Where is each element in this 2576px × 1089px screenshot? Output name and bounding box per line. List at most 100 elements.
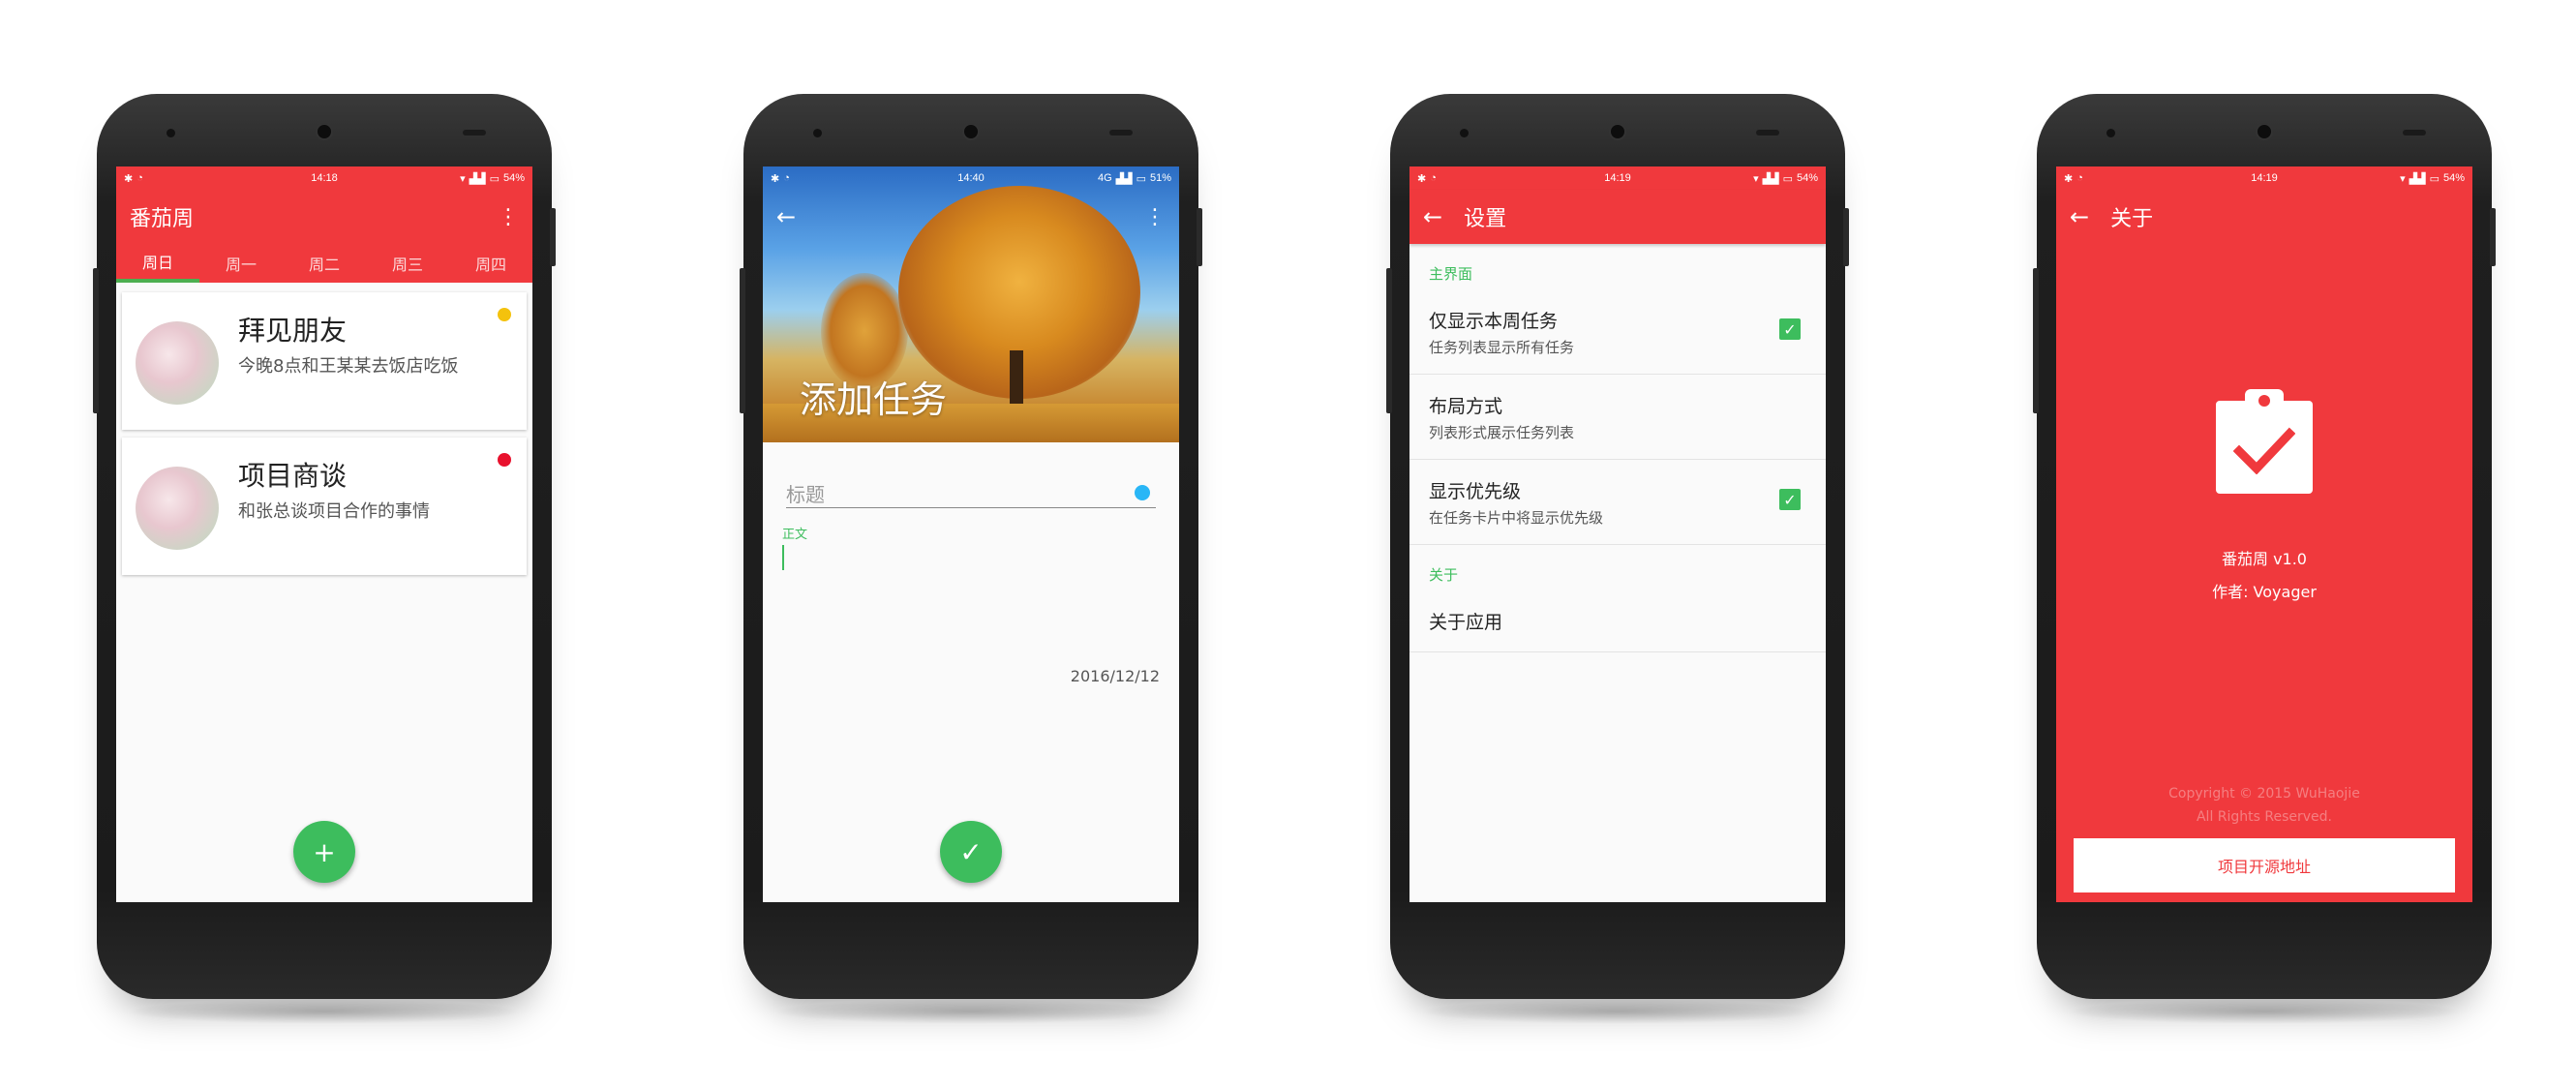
section-header-about: 关于: [1429, 566, 1459, 584]
battery-icon: ▭: [1782, 172, 1793, 185]
priority-selector[interactable]: [1135, 485, 1150, 500]
phone-about: ✱ ◔ 14:19 ▾ ▟▟ ▭ 54% ← 关于 番茄周 v1.0 作者: Voyag…: [2033, 94, 2496, 1024]
tab-sunday[interactable]: 周日: [116, 244, 199, 283]
screen-add-task: ✱ ◔ 14:40 4G ▟▟ ▭ 51% ← ⋮ 添加任务 标题 正文 2016/12…: [763, 166, 1179, 902]
title-input[interactable]: 标题: [786, 479, 1156, 508]
clipboard-check-icon: [2216, 389, 2313, 494]
pref-subtitle: 任务列表显示所有任务: [1429, 339, 1575, 356]
priority-dot: [498, 308, 511, 321]
alarm-icon: ◔: [1430, 171, 1437, 184]
wifi-icon: ▾: [2400, 172, 2406, 185]
earpiece: [316, 123, 333, 140]
app-version: 番茄周 v1.0: [2221, 550, 2307, 568]
signal-icon: ▟▟: [1762, 172, 1779, 185]
tab-thursday[interactable]: 周四: [449, 244, 532, 283]
bluetooth-icon: ✱: [2064, 172, 2074, 185]
day-tabs: 周日 周一 周二 周三 周四: [116, 244, 532, 283]
front-camera: [167, 129, 175, 137]
check-icon: ✓: [959, 835, 983, 868]
status-time: 14:19: [2251, 172, 2278, 184]
checkbox-checked-icon[interactable]: ✓: [1779, 318, 1801, 340]
screen-settings: ✱ ◔ 14:19 ▾ ▟▟ ▭ 54% ← 设置 主界面 仅显示本周任务 任务列表显示…: [1409, 166, 1826, 902]
task-title: 拜见朋友: [238, 315, 348, 347]
signal-icon: ▟▟: [469, 172, 486, 185]
status-time: 14:40: [957, 172, 985, 184]
battery-level: 54%: [1796, 171, 1818, 184]
task-card[interactable]: 拜见朋友 今晚8点和王某某去饭店吃饭: [122, 292, 527, 430]
copyright: Copyright © 2015 WuHaojie All Rights Res…: [2056, 782, 2472, 829]
task-date[interactable]: 2016/12/12: [1071, 667, 1160, 685]
overflow-menu-icon[interactable]: ⋮: [1144, 205, 1166, 229]
screen-task-list: ✱ ◔ 14:18 ▾ ▟▟ ▭ 54% 番茄周 ⋮ 周日 周一 周二 周三 周四: [116, 166, 532, 902]
status-time: 14:19: [1604, 172, 1631, 184]
network-type: 4G: [1097, 171, 1112, 184]
body-label: 正文: [782, 528, 808, 542]
pref-title: 关于应用: [1429, 612, 1503, 633]
battery-icon: ▭: [489, 172, 500, 185]
pref-show-week-only[interactable]: 仅显示本周任务 任务列表显示所有任务 ✓: [1409, 289, 1826, 375]
back-arrow-icon[interactable]: ←: [2070, 203, 2089, 230]
plus-icon: +: [313, 835, 336, 868]
pref-subtitle: 列表形式展示任务列表: [1429, 424, 1575, 441]
tab-wednesday[interactable]: 周三: [366, 244, 449, 283]
page-title: 关于: [2110, 207, 2154, 231]
task-avatar: [136, 467, 219, 550]
page-title: 添加任务: [800, 378, 948, 421]
back-arrow-icon[interactable]: ←: [776, 203, 796, 230]
status-time: 14:18: [311, 172, 338, 184]
status-bar: ✱ ◔ 14:18 ▾ ▟▟ ▭ 54%: [116, 166, 532, 190]
add-task-button[interactable]: +: [293, 821, 355, 883]
battery-icon: ▭: [2429, 172, 2440, 185]
checkbox-checked-icon[interactable]: ✓: [1779, 489, 1801, 510]
wifi-icon: ▾: [1753, 172, 1759, 185]
bluetooth-icon: ✱: [771, 172, 780, 185]
pref-about-app[interactable]: 关于应用: [1409, 590, 1826, 652]
task-card[interactable]: 项目商谈 和张总谈项目合作的事情: [122, 438, 527, 575]
status-bar: ✱ ◔ 14:19 ▾ ▟▟ ▭ 54%: [1409, 166, 1826, 190]
pref-show-priority[interactable]: 显示优先级 在任务卡片中将显示优先级 ✓: [1409, 460, 1826, 545]
copyright-line: All Rights Reserved.: [2196, 809, 2333, 825]
priority-dot: [498, 453, 511, 467]
section-header-main: 主界面: [1429, 265, 1473, 283]
stage: ✱ ◔ 14:18 ▾ ▟▟ ▭ 54% 番茄周 ⋮ 周日 周一 周二 周三 周四: [0, 0, 2576, 1089]
tab-tuesday[interactable]: 周二: [283, 244, 366, 283]
phone-main: ✱ ◔ 14:18 ▾ ▟▟ ▭ 54% 番茄周 ⋮ 周日 周一 周二 周三 周四: [93, 94, 556, 1024]
pref-subtitle: 在任务卡片中将显示优先级: [1429, 509, 1604, 527]
header-image: ✱ ◔ 14:40 4G ▟▟ ▭ 51% ← ⋮ 添加任务: [763, 166, 1179, 442]
task-body: 今晚8点和王某某去饭店吃饭: [238, 356, 459, 377]
pref-title: 布局方式: [1429, 396, 1503, 417]
pref-layout[interactable]: 布局方式 列表形式展示任务列表: [1409, 375, 1826, 460]
overflow-menu-icon[interactable]: ⋮: [498, 205, 519, 229]
alarm-icon: ◔: [783, 171, 790, 184]
bluetooth-icon: ✱: [1417, 172, 1427, 185]
signal-icon: ▟▟: [1115, 172, 1133, 185]
battery-icon: ▭: [1136, 172, 1146, 185]
wifi-icon: ▾: [460, 172, 466, 185]
status-bar: ✱ ◔ 14:40 4G ▟▟ ▭ 51%: [763, 166, 1179, 190]
task-title: 项目商谈: [238, 460, 348, 492]
alarm-icon: ◔: [2076, 171, 2083, 184]
app-author: 作者: Voyager: [2212, 583, 2317, 601]
screen-about: ✱ ◔ 14:19 ▾ ▟▟ ▭ 54% ← 关于 番茄周 v1.0 作者: Voyag…: [2056, 166, 2472, 902]
open-source-link-button[interactable]: 项目开源地址: [2074, 838, 2455, 892]
body-input[interactable]: [782, 545, 784, 570]
phone-add-task: ✱ ◔ 14:40 4G ▟▟ ▭ 51% ← ⋮ 添加任务 标题 正文 2016/12…: [740, 94, 1202, 1024]
status-bar: ✱ ◔ 14:19 ▾ ▟▟ ▭ 54%: [2056, 166, 2472, 190]
signal-icon: ▟▟: [2409, 172, 2426, 185]
task-avatar: [136, 321, 219, 405]
battery-level: 51%: [1149, 171, 1171, 184]
page-title: 设置: [1464, 207, 1507, 231]
back-arrow-icon[interactable]: ←: [1423, 203, 1442, 230]
app-title: 番茄周: [130, 207, 195, 231]
confirm-button[interactable]: ✓: [940, 821, 1002, 883]
task-body: 和张总谈项目合作的事情: [238, 501, 430, 522]
copyright-line: Copyright © 2015 WuHaojie: [2168, 786, 2360, 802]
pref-title: 仅显示本周任务: [1429, 311, 1559, 332]
battery-level: 54%: [2442, 171, 2465, 184]
phone-settings: ✱ ◔ 14:19 ▾ ▟▟ ▭ 54% ← 设置 主界面 仅显示本周任务 任务列表显示…: [1386, 94, 1849, 1024]
bluetooth-icon: ✱: [124, 172, 134, 185]
battery-level: 54%: [502, 171, 525, 184]
alarm-icon: ◔: [136, 171, 143, 184]
pref-title: 显示优先级: [1429, 481, 1522, 502]
tab-monday[interactable]: 周一: [199, 244, 283, 283]
